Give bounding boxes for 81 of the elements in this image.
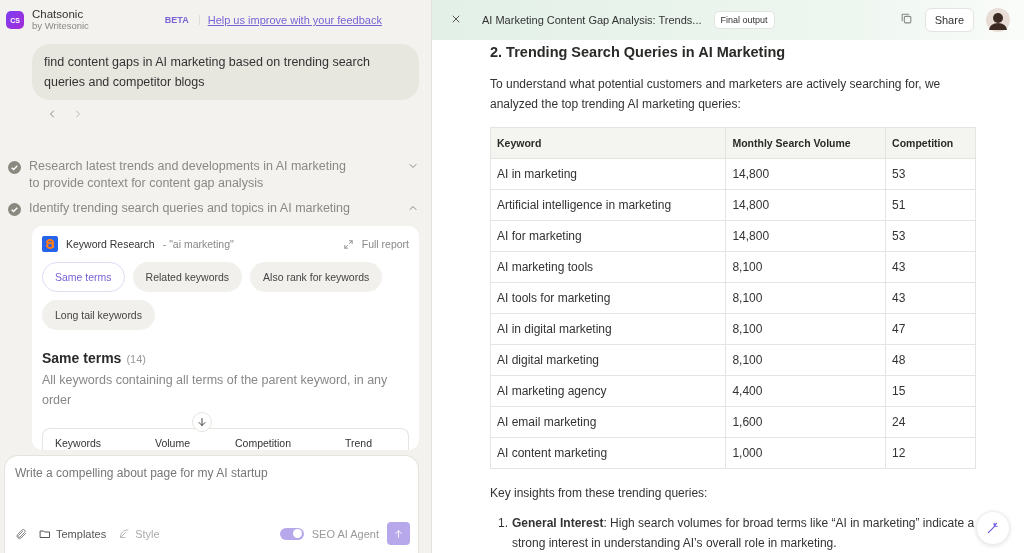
agent-toggle[interactable] — [279, 527, 304, 540]
agent-label: SEO AI Agent — [311, 527, 379, 540]
column-header: Monthly Search Volume — [725, 127, 886, 159]
table-cell: 51 — [885, 189, 976, 221]
step-text: Identify trending search queries and topics in AI marketing — [29, 200, 351, 217]
folder-icon — [39, 527, 51, 540]
expand-icon — [342, 238, 354, 250]
table-cell: 8,100 — [725, 344, 886, 376]
table-cell: 1,000 — [725, 437, 886, 469]
tool-title: Keyword Research — [66, 238, 155, 250]
attach-button[interactable] — [13, 527, 29, 540]
app-byline: by Writesonic — [32, 21, 89, 33]
feather-icon — [118, 527, 131, 540]
table-cell: AI tools for marketing — [490, 282, 726, 314]
scroll-down-button[interactable] — [192, 412, 212, 432]
table-cell: AI in digital marketing — [490, 313, 726, 345]
magic-wand-icon — [986, 521, 1000, 535]
table-cell: 4,400 — [725, 375, 886, 407]
table-cell: 24 — [885, 406, 976, 438]
share-button[interactable]: Share — [924, 8, 974, 32]
table-cell: AI marketing agency — [490, 375, 726, 407]
table-cell: 43 — [885, 282, 976, 314]
table-cell: 15 — [885, 375, 976, 407]
table-cell: 14,800 — [725, 189, 886, 221]
filter-chip[interactable]: Related keywords — [132, 262, 243, 292]
table-cell: 8,100 — [725, 282, 886, 314]
filter-chip[interactable]: Long tail keywords — [42, 300, 155, 330]
table-cell: AI content marketing — [490, 437, 726, 469]
tool-logo-icon — [42, 236, 58, 252]
full-report-link[interactable]: Full report — [361, 238, 409, 250]
column-header: Keywords — [55, 437, 103, 450]
app-name: Chatsonic — [32, 7, 85, 22]
column-header: Volume — [155, 437, 192, 450]
list-number: 1. — [497, 515, 508, 532]
filter-chip[interactable]: Also rank for keywords — [250, 262, 383, 292]
send-button[interactable] — [387, 522, 410, 545]
table-cell: AI digital marketing — [490, 344, 726, 376]
table-cell: 12 — [885, 437, 976, 469]
arrow-down-icon — [196, 416, 208, 428]
column-header: Competition — [885, 127, 976, 159]
user-message: find content gaps in AI marketing based on trending search queries and competitor blogs — [32, 44, 419, 100]
table-cell: 53 — [885, 158, 976, 190]
table-cell: AI marketing tools — [490, 251, 726, 283]
table-cell: 1,600 — [725, 406, 886, 438]
section-count: (14) — [126, 353, 146, 365]
table-cell: 14,800 — [725, 220, 886, 252]
table-cell: 8,100 — [725, 251, 886, 283]
column-header: Keyword — [490, 127, 726, 159]
table-cell: AI in marketing — [490, 158, 726, 190]
table-cell: 8,100 — [725, 313, 886, 345]
filter-chip[interactable]: Same terms — [42, 262, 125, 292]
section-description: All keywords containing all terms of the parent keyword, in any order — [42, 372, 389, 409]
magic-wand-button[interactable] — [976, 511, 1010, 545]
column-header: Trend — [345, 437, 374, 450]
insight-text: General Interest: High search volumes for broad terms like “AI in marketing” indicate a strong interest in understanding AI’s overall role in marketing. — [512, 515, 976, 552]
table-cell: 53 — [885, 220, 976, 252]
user-avatar[interactable] — [986, 8, 1010, 32]
table-cell: 47 — [885, 313, 976, 345]
table-cell: 48 — [885, 344, 976, 376]
table-cell: AI for marketing — [490, 220, 726, 252]
document-title: AI Marketing Content Gap Analysis: Trends... — [482, 14, 702, 26]
column-header: Competition — [235, 437, 293, 450]
paperclip-icon — [15, 527, 27, 540]
table-cell: AI email marketing — [490, 406, 726, 438]
tool-query: - "ai marketing" — [162, 238, 235, 250]
insights-intro: Key insights from these trending queries: — [490, 485, 709, 502]
copy-icon — [899, 12, 913, 25]
close-icon — [450, 13, 462, 25]
message-input-field[interactable]: Write a compelling about page for my AI startup Templates Style SEO AI Agent — [4, 455, 419, 553]
step-text: Research latest trends and developments in AI marketing to provide context for content gap analysis — [29, 158, 347, 192]
section-heading: 2. Trending Search Queries in AI Marketing — [490, 44, 787, 60]
intro-paragraph: To understand what potential customers and marketers are actively searching for, we analyzed the top trending AI marketing queries: — [490, 76, 942, 113]
status-tag: Final output — [713, 11, 775, 29]
beta-label: BETA — [164, 15, 200, 25]
feedback-link[interactable]: Help us improve with your feedback — [207, 14, 382, 26]
templates-button[interactable]: Templates — [37, 527, 109, 540]
table-cell: 43 — [885, 251, 976, 283]
table-cell: Artificial intelligence in marketing — [490, 189, 726, 221]
table-cell: 14,800 — [725, 158, 886, 190]
section-title: Same terms — [42, 350, 122, 366]
arrow-up-icon — [393, 527, 404, 540]
